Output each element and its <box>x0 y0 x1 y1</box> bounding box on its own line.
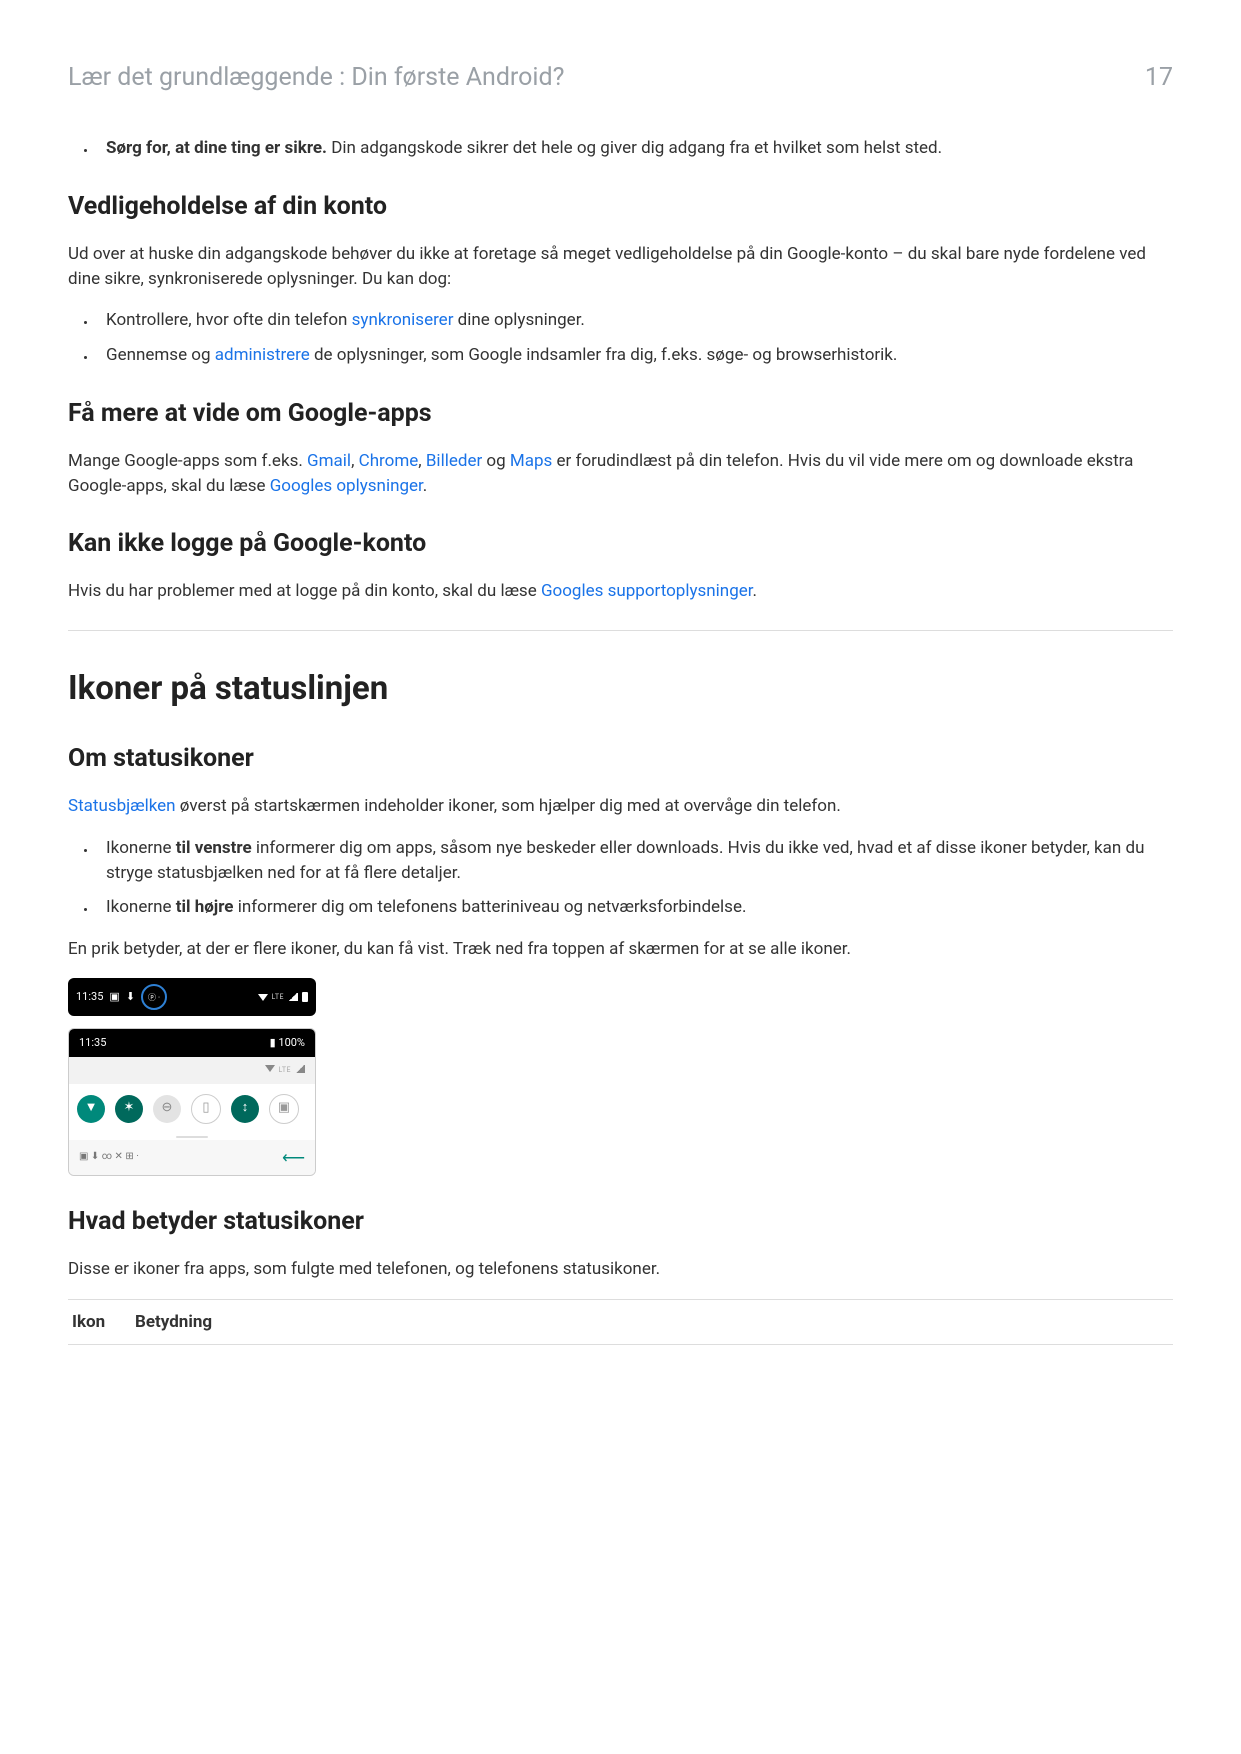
panel-battery: ▮ 100% <box>270 1035 305 1051</box>
gmail-link[interactable]: Gmail <box>307 451 351 471</box>
administer-link[interactable]: administrere <box>215 345 310 365</box>
page-number: 17 <box>1145 60 1173 96</box>
icon-meaning-heading: Hvad betyder statusikoner <box>68 1204 1173 1240</box>
section-divider <box>68 630 1173 631</box>
maintain-intro: Ud over at huske din adgangskode behøver… <box>68 242 1173 291</box>
about-status-intro: Statusbjælken øverst på startskærmen ind… <box>68 794 1173 819</box>
battery-icon <box>302 992 308 1002</box>
secure-rest: Din adgangskode sikrer det hele og giver… <box>327 138 942 158</box>
maintain-list: Kontrollere, hvor ofte din telefon synkr… <box>68 308 1173 367</box>
secure-bullet: Sørg for, at dine ting er sikre. Din adg… <box>96 136 1173 161</box>
statusbar-collapsed: 11:35 ▣ ⬇ ⓟ · LTE <box>68 978 316 1016</box>
chat-icon: ▣ <box>109 989 119 1005</box>
flashlight-toggle-icon: ▯ <box>191 1094 221 1124</box>
lte-label: LTE <box>272 992 285 1002</box>
lte-label: LTE <box>279 1065 292 1075</box>
statusbar-expanded: 11:35 ▮ 100% LTE ▼ ✶ ⊖ ▯ ↕ ▣ ▣ ⬇ ∞ ✕ ⊞ ·… <box>68 1028 316 1175</box>
about-status-list: Ikonerne til venstre informerer dig om a… <box>68 836 1173 920</box>
secure-bullet-list: Sørg for, at dine ting er sikre. Din adg… <box>68 136 1173 161</box>
signal-icon <box>288 993 298 1001</box>
statusbar-link[interactable]: Statusbjælken <box>68 796 176 816</box>
sync-link[interactable]: synkroniserer <box>352 310 454 330</box>
cannot-login-para: Hvis du har problemer med at logge på di… <box>68 579 1173 604</box>
bluetooth-toggle-icon: ✶ <box>115 1095 143 1123</box>
maintain-item-1: Kontrollere, hvor ofte din telefon synkr… <box>96 308 1173 333</box>
maintain-item-2: Gennemse og administrere de oplysninger,… <box>96 343 1173 368</box>
icon-meaning-intro: Disse er ikoner fra apps, som fulgte med… <box>68 1257 1173 1282</box>
panel-time: 11:35 <box>79 1035 106 1051</box>
icon-meaning-table: Ikon Betydning <box>68 1299 1173 1346</box>
google-info-link[interactable]: Googles oplysninger <box>270 476 423 496</box>
secure-bold: Sørg for, at dine ting er sikre. <box>106 138 327 158</box>
table-header-icon: Ikon <box>68 1299 131 1345</box>
cannot-login-heading: Kan ikke logge på Google-konto <box>68 526 1173 562</box>
arrow-left-icon: ⟵ <box>282 1146 305 1169</box>
dot-meaning-para: En prik betyder, at der er flere ikoner,… <box>68 937 1173 962</box>
status-icons-heading: Ikoner på statuslinjen <box>68 665 1173 713</box>
chrome-link[interactable]: Chrome <box>359 451 419 471</box>
google-apps-heading: Få mere at vide om Google-apps <box>68 396 1173 432</box>
panel-handle <box>176 1136 208 1138</box>
google-apps-para: Mange Google-apps som f.eks. Gmail, Chro… <box>68 449 1173 498</box>
about-item-left: Ikonerne til venstre informerer dig om a… <box>96 836 1173 885</box>
time-label: 11:35 <box>76 989 103 1005</box>
page-header: Lær det grundlæggende : Din første Andro… <box>68 60 1173 96</box>
download-icon: ⬇ <box>126 989 135 1005</box>
photos-link[interactable]: Billeder <box>426 451 482 471</box>
table-header-meaning: Betydning <box>131 1299 1173 1345</box>
maintain-heading: Vedligeholdelse af din konto <box>68 189 1173 225</box>
overflow-icons-row: ▣ ⬇ ∞ ✕ ⊞ · <box>79 1150 139 1165</box>
signal-icon <box>295 1065 305 1073</box>
rotation-toggle-icon: ↕ <box>231 1095 259 1123</box>
about-status-heading: Om statusikoner <box>68 741 1173 777</box>
battery-saver-toggle-icon: ▣ <box>269 1094 299 1124</box>
overflow-dot-highlight: ⓟ · <box>141 984 167 1010</box>
breadcrumb: Lær det grundlæggende : Din første Andro… <box>68 60 564 96</box>
wifi-icon <box>258 994 268 1001</box>
statusbar-screenshots: 11:35 ▣ ⬇ ⓟ · LTE 11:35 ▮ 100% LTE ▼ ✶ ⊖… <box>68 978 316 1175</box>
wifi-toggle-icon: ▼ <box>77 1095 105 1123</box>
maps-link[interactable]: Maps <box>510 451 552 471</box>
wifi-icon <box>265 1065 275 1072</box>
dnd-toggle-icon: ⊖ <box>153 1095 181 1123</box>
about-item-right: Ikonerne til højre informerer dig om tel… <box>96 895 1173 920</box>
google-support-link[interactable]: Googles supportoplysninger <box>541 581 753 601</box>
